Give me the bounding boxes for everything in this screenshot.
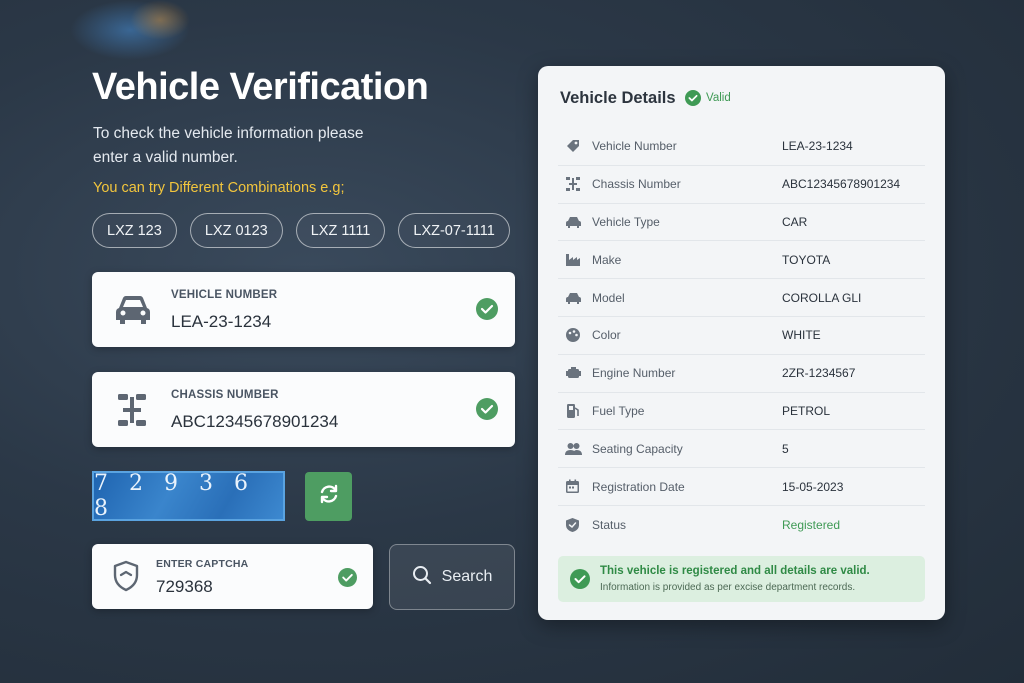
check-icon	[476, 398, 498, 425]
panel-title: Vehicle Details	[560, 89, 676, 107]
row-value: PETROL	[782, 403, 831, 418]
shield-icon	[112, 560, 140, 597]
row-value: WHITE	[782, 328, 821, 343]
row-label: Chassis Number	[592, 177, 681, 192]
fuel-icon	[558, 403, 592, 419]
calendar-icon	[558, 479, 592, 494]
row-value: 15-05-2023	[782, 479, 844, 494]
row-value: ABC12345678901234	[782, 177, 901, 192]
chassis-number-label: CHASSIS NUMBER	[171, 389, 279, 401]
row-label: Engine Number	[592, 366, 676, 381]
row-value: 2ZR-1234567	[782, 366, 856, 381]
row-label: Model	[592, 290, 625, 305]
car-icon	[558, 291, 592, 305]
captcha-label: ENTER CAPTCHA	[156, 558, 249, 570]
validity-notice: This vehicle is registered and all detai…	[558, 556, 925, 602]
table-row: Status Registered	[558, 506, 925, 544]
table-row: Color WHITE	[558, 317, 925, 355]
vehicle-number-value: LEA-23-1234	[171, 312, 272, 331]
tag-icon	[558, 138, 592, 154]
search-icon	[412, 565, 432, 590]
row-value: COROLLA GLI	[782, 290, 862, 305]
row-value: CAR	[782, 214, 808, 229]
example-chips: LXZ 123 LXZ 0123 LXZ 1111 LXZ-07-1111	[92, 213, 510, 248]
row-label: Status	[592, 517, 627, 532]
table-row: Engine Number 2ZR-1234567	[558, 355, 925, 393]
row-value: LEA-23-1234	[782, 139, 853, 154]
row-label: Fuel Type	[592, 403, 645, 418]
refresh-icon	[318, 483, 340, 510]
notice-subtext: Information is provided as per excise de…	[600, 582, 856, 593]
users-icon	[558, 442, 592, 456]
captcha-value: 729368	[156, 577, 213, 596]
shield-icon	[558, 517, 592, 533]
captcha-image: 7 2 9 3 6 8	[92, 471, 285, 521]
example-chip[interactable]: LXZ 123	[92, 213, 177, 248]
row-label: Vehicle Type	[592, 214, 660, 229]
palette-icon	[558, 327, 592, 343]
refresh-captcha-button[interactable]	[305, 472, 352, 521]
car-icon	[112, 292, 154, 333]
example-chip[interactable]: LXZ 1111	[295, 213, 386, 248]
table-row: Registration Date 15-05-2023	[558, 468, 925, 506]
table-row: Vehicle Type CAR	[558, 204, 925, 242]
row-value: TOYOTA	[782, 252, 831, 267]
status-value: Registered	[782, 517, 841, 532]
chassis-number-value: ABC12345678901234	[171, 412, 339, 431]
check-icon	[476, 298, 498, 325]
row-label: Make	[592, 252, 622, 267]
check-icon	[570, 569, 590, 594]
row-label: Registration Date	[592, 479, 685, 494]
search-button-label: Search	[441, 568, 493, 585]
vehicle-number-label: VEHICLE NUMBER	[171, 289, 278, 301]
chassis-icon	[112, 390, 152, 435]
valid-badge-label: Valid	[706, 92, 731, 104]
page-title: Vehicle Verification	[92, 66, 429, 108]
vehicle-number-field[interactable]: VEHICLE NUMBER LEA-23-1234	[92, 272, 515, 347]
search-button[interactable]: Search	[389, 544, 515, 610]
valid-badge: Valid	[685, 90, 731, 106]
vehicle-details-panel: Vehicle Details Valid Vehicle Number LEA…	[538, 66, 945, 620]
background-glow-accent	[130, 0, 190, 40]
details-table: Vehicle Number LEA-23-1234 Chassis Numbe…	[558, 128, 925, 544]
captcha-field[interactable]: ENTER CAPTCHA 729368	[92, 544, 373, 609]
row-label: Vehicle Number	[592, 139, 677, 154]
notice-message: This vehicle is registered and all detai…	[600, 565, 870, 577]
combination-hint: You can try Different Combinations e.g;	[93, 180, 345, 196]
row-value: 5	[782, 441, 789, 456]
table-row: Fuel Type PETROL	[558, 393, 925, 431]
table-row: Chassis Number ABC12345678901234	[558, 166, 925, 204]
page-description: To check the vehicle information please …	[93, 125, 364, 166]
row-label: Color	[592, 328, 621, 343]
table-row: Model COROLLA GLI	[558, 279, 925, 317]
check-icon	[338, 568, 357, 592]
factory-icon	[558, 252, 592, 267]
car-icon	[558, 215, 592, 229]
table-row: Seating Capacity 5	[558, 430, 925, 469]
example-chip[interactable]: LXZ 0123	[189, 213, 283, 248]
table-row: Make TOYOTA	[558, 241, 925, 280]
chassis-number-field[interactable]: CHASSIS NUMBER ABC12345678901234	[92, 372, 515, 447]
engine-icon	[558, 366, 592, 380]
row-label: Seating Capacity	[592, 441, 683, 456]
example-chip[interactable]: LXZ-07-1111	[398, 213, 510, 248]
table-row: Vehicle Number LEA-23-1234	[558, 128, 925, 166]
chassis-icon	[558, 176, 592, 192]
